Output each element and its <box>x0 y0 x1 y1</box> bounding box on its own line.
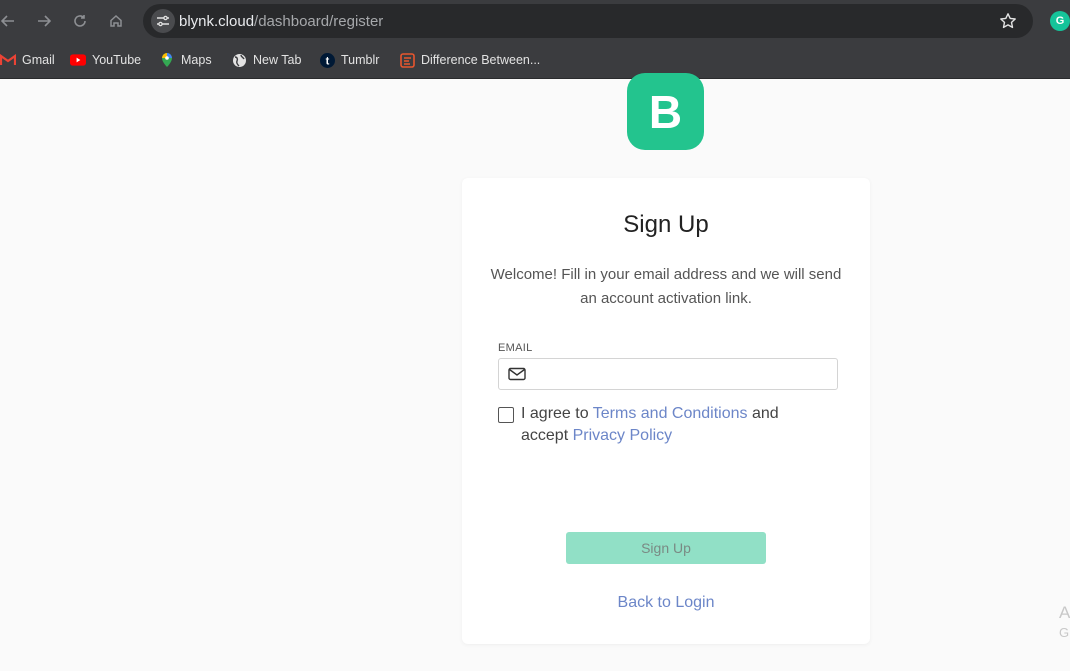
email-label: EMAIL <box>498 342 533 354</box>
grammarly-extension-icon[interactable]: G <box>1050 11 1070 31</box>
home-button[interactable] <box>104 9 128 33</box>
bookmark-site-icon <box>399 52 415 68</box>
globe-icon <box>231 52 247 68</box>
maps-icon <box>159 52 175 68</box>
home-icon <box>110 14 122 27</box>
bookmark-label: Tumblr <box>341 53 380 67</box>
bookmark-difference-between[interactable]: Difference Between... <box>399 50 540 70</box>
terms-agreement-text: I agree to Terms and Conditions and acce… <box>521 403 821 447</box>
bookmark-youtube[interactable]: YouTube <box>70 50 141 70</box>
bookmark-tumblr[interactable]: t Tumblr <box>319 50 379 70</box>
forward-button[interactable] <box>32 9 56 33</box>
page-subtitle: Welcome! Fill in your email address and … <box>490 266 842 307</box>
bookmark-label: Difference Between... <box>421 53 541 67</box>
gmail-icon <box>0 52 16 68</box>
signup-button[interactable]: Sign Up <box>566 532 766 564</box>
tune-icon[interactable] <box>151 9 175 33</box>
star-icon[interactable] <box>997 10 1019 32</box>
activate-windows-watermark: A G <box>1059 603 1070 643</box>
terms-checkbox[interactable] <box>498 407 514 423</box>
agree-prefix: I agree to <box>521 405 589 422</box>
page-title: Sign Up <box>623 211 709 238</box>
url-host: blynk.cloud <box>179 13 255 30</box>
address-bar[interactable]: blynk.cloud/dashboard/register <box>143 4 1033 38</box>
bookmark-label: Gmail <box>22 53 55 67</box>
bookmark-gmail[interactable]: Gmail <box>0 50 55 70</box>
mail-icon <box>508 367 526 381</box>
reload-icon <box>74 15 86 27</box>
bookmark-maps[interactable]: Maps <box>159 50 212 70</box>
bookmark-label: Maps <box>181 53 212 67</box>
reload-button[interactable] <box>68 9 92 33</box>
back-button[interactable] <box>0 9 20 33</box>
youtube-icon <box>70 52 86 68</box>
bookmark-label: New Tab <box>253 53 302 67</box>
url-text[interactable]: blynk.cloud/dashboard/register <box>179 13 383 30</box>
blynk-logo: B <box>627 73 704 150</box>
privacy-policy-link[interactable]: Privacy Policy <box>573 427 673 444</box>
bookmark-new-tab[interactable]: New Tab <box>231 50 301 70</box>
tumblr-icon: t <box>319 52 335 68</box>
browser-toolbar: blynk.cloud/dashboard/register G <box>0 0 1070 42</box>
url-path: /dashboard/register <box>254 13 384 30</box>
email-field-wrapper[interactable] <box>498 358 838 390</box>
edge-text-line1: A <box>1059 603 1070 622</box>
svg-text:t: t <box>325 55 329 67</box>
bookmarks-bar: Gmail YouTube Maps New Tab t Tumblr Diff… <box>0 42 1070 79</box>
bookmark-label: YouTube <box>92 53 142 67</box>
signup-card: Sign Up Welcome! Fill in your email addr… <box>462 178 870 644</box>
arrow-right-icon <box>38 15 51 27</box>
email-field[interactable] <box>535 359 835 389</box>
arrow-left-icon <box>1 15 14 27</box>
edge-text-line2: G <box>1059 625 1070 640</box>
back-to-login-link[interactable]: Back to Login <box>462 594 870 612</box>
terms-link[interactable]: Terms and Conditions <box>593 405 748 422</box>
